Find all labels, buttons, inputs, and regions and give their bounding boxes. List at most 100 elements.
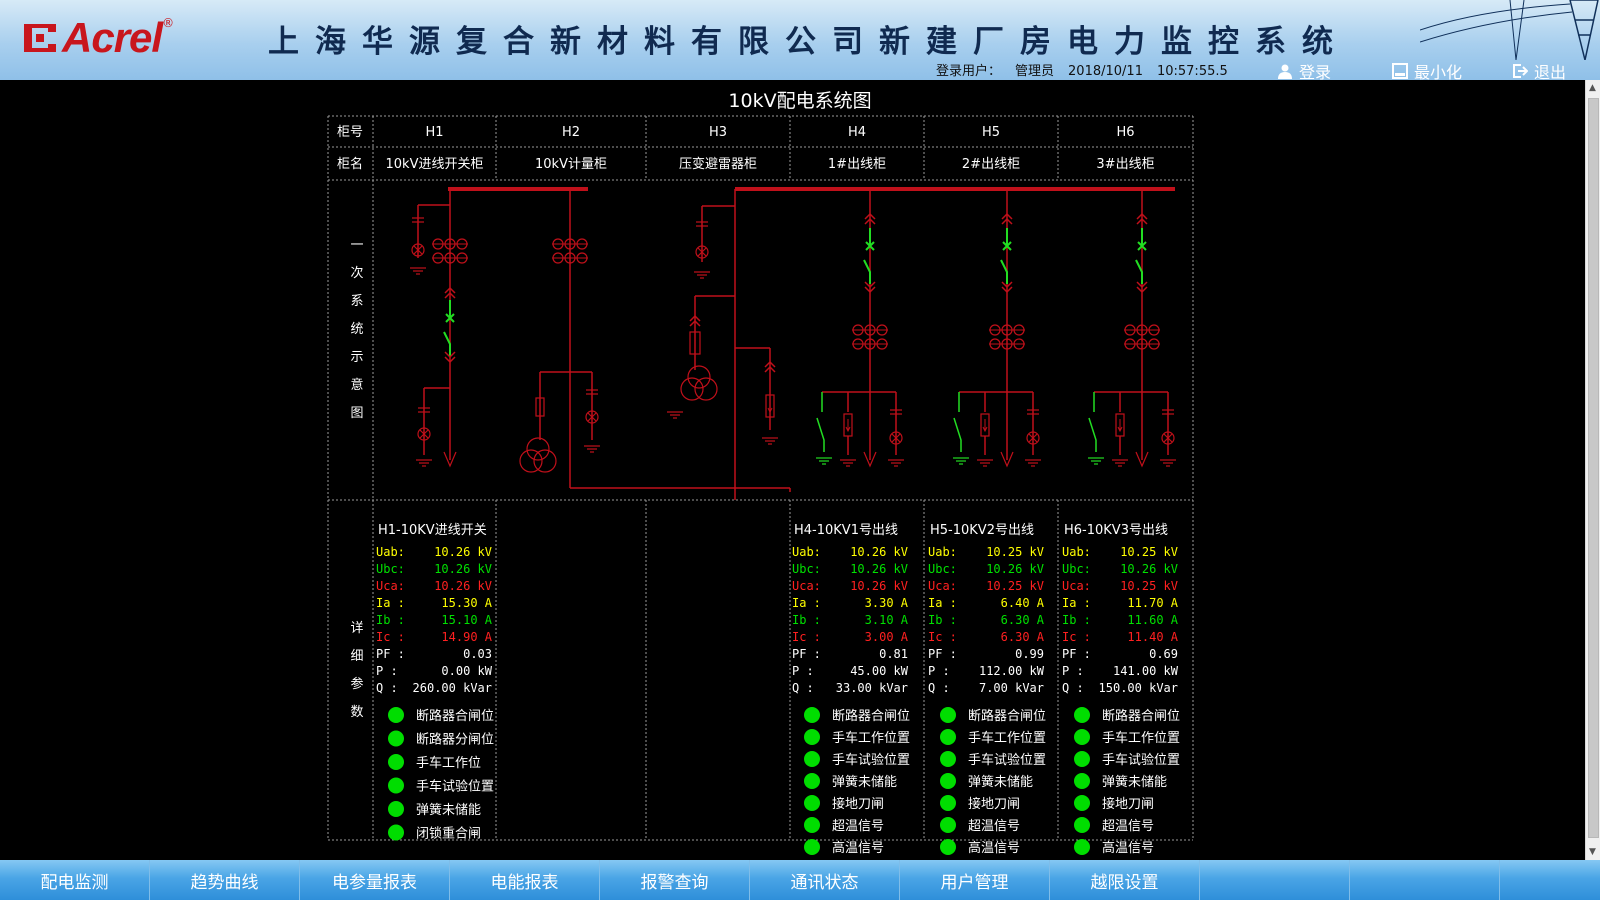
arrester-arrow: [982, 419, 988, 433]
h2-metering-transformer: [519, 437, 557, 473]
param-label: Ic :: [376, 630, 405, 644]
cabinet-name-H2: 10kV计量柜: [535, 157, 607, 172]
section-primary-char: 一: [350, 238, 363, 253]
h5-breaker: [1000, 228, 1012, 284]
nav-item-2[interactable]: 趋势曲线: [150, 860, 300, 900]
section-primary-char: 意: [350, 377, 363, 393]
status-led-icon: [1074, 839, 1090, 855]
param-label: Ib :: [928, 613, 957, 627]
param-value: 6.30 A: [1001, 613, 1045, 627]
h2-ground: [584, 445, 600, 453]
status-led-icon: [804, 773, 820, 789]
vertical-scrollbar[interactable]: ▲ ▼: [1585, 80, 1600, 860]
param-label: Ib :: [376, 613, 405, 627]
param-value: 10.26 kV: [434, 545, 492, 559]
status-led-icon: [1074, 707, 1090, 723]
status-label: 超温信号: [1102, 819, 1154, 834]
param-label: Ib :: [1062, 613, 1091, 627]
busbar-left: [448, 187, 588, 191]
busbar-right: [735, 187, 1175, 191]
param-value: 10.26 kV: [850, 545, 908, 559]
status-label: 手车试验位置: [832, 752, 910, 768]
param-label: PF :: [1062, 647, 1091, 661]
brand-name: Acrel: [62, 14, 163, 61]
cabinet-name-H3: 压变避雷器柜: [679, 156, 757, 172]
param-label: Uca:: [376, 579, 405, 593]
status-led-icon: [940, 795, 956, 811]
section-primary-char: 次: [350, 265, 363, 281]
registered-mark: ®: [162, 16, 175, 30]
nav-item-5[interactable]: 报警查询: [600, 860, 750, 900]
label-cabinet-no: 柜号: [337, 125, 363, 140]
param-value: 10.25 kV: [986, 545, 1044, 559]
status-label: 接地刀闸: [968, 796, 1020, 812]
login-button[interactable]: 登录: [1277, 59, 1331, 80]
param-label: Q :: [792, 681, 814, 695]
arrester-arrow: [767, 400, 773, 414]
minimize-button[interactable]: 最小化: [1392, 59, 1462, 80]
status-label: 高温信号: [1102, 840, 1154, 856]
h3-pt-ground: [667, 411, 683, 419]
param-label: Ib :: [792, 613, 821, 627]
param-value: 10.25 kV: [986, 579, 1044, 593]
nav-item-7[interactable]: 用户管理: [900, 860, 1050, 900]
status-label: 弹簧未储能: [1102, 774, 1167, 790]
status-label: 断路器合闸位: [1102, 708, 1180, 724]
status-led-icon: [388, 707, 404, 723]
status-led-icon: [1074, 751, 1090, 767]
nav-item-6[interactable]: 通讯状态: [750, 860, 900, 900]
single-line-diagram: 柜号柜名 H1 10kV进线开关柜 H2 10kV计量柜 H3 压变避雷器柜 H4 1#出线柜 H…: [327, 115, 1194, 856]
cabinet-name-H4: 1#出线柜: [828, 157, 886, 172]
transformer-winding-icon: [694, 377, 718, 401]
param-value: 10.26 kV: [986, 562, 1044, 576]
breaker-blade: [863, 259, 871, 284]
bottom-nav: 配电监测 趋势曲线 电参量报表 电能报表 报警查询 通讯状态 用户管理 越限设置: [0, 860, 1600, 900]
status-led-icon: [1074, 773, 1090, 789]
h4-breaker: [863, 228, 875, 284]
scroll-down-icon[interactable]: ▼: [1589, 847, 1596, 857]
detail-title-2: H5-10KV2号出线: [930, 523, 1034, 538]
h5-earth-blade: [953, 417, 962, 452]
detail-title-3: H6-10KV3号出线: [1064, 523, 1168, 538]
arrester-arrow: [1117, 419, 1123, 433]
param-label: Uca:: [1062, 579, 1091, 593]
current-time: 10:57:55.5: [1156, 64, 1228, 79]
user-label: 登录用户：: [936, 64, 1002, 79]
status-label: 断路器合闸位: [416, 708, 494, 724]
param-label: P :: [792, 664, 814, 678]
status-led-icon: [804, 729, 820, 745]
scroll-thumb[interactable]: [1588, 98, 1599, 838]
param-value: 10.25 kV: [1120, 579, 1178, 593]
detail-title-0: H1-10KV进线开关: [378, 523, 487, 538]
minimize-label: 最小化: [1414, 63, 1463, 80]
cabinet-name-H6: 3#出线柜: [1096, 157, 1154, 172]
h3-arrester-ground: [762, 437, 778, 445]
section-primary-char: 示: [350, 350, 363, 365]
status-led-icon: [388, 801, 404, 817]
acrel-logo-icon: [24, 24, 56, 52]
scroll-up-icon[interactable]: ▲: [1589, 83, 1596, 93]
status-label: 断路器合闸位: [968, 708, 1046, 724]
param-label: P :: [1062, 664, 1084, 678]
nav-item-9[interactable]: [1200, 860, 1350, 900]
nav-item-8[interactable]: 越限设置: [1050, 860, 1200, 900]
exit-label: 退出: [1534, 63, 1567, 80]
param-label: Ia :: [792, 596, 821, 610]
nav-item-1[interactable]: 配电监测: [0, 860, 150, 900]
h1-ground: [410, 267, 426, 275]
status-line: 登录用户： 管理员 2018/10/11 10:57:55.5: [936, 60, 1242, 79]
status-label: 高温信号: [968, 840, 1020, 856]
param-value: 11.70 A: [1127, 596, 1178, 610]
nav-item-4[interactable]: 电能报表: [450, 860, 600, 900]
param-value: 6.30 A: [1001, 630, 1045, 644]
status-label: 接地刀闸: [1102, 796, 1154, 812]
status-led-icon: [1074, 729, 1090, 745]
nav-item-3[interactable]: 电参量报表: [300, 860, 450, 900]
nav-item-10[interactable]: [1350, 860, 1500, 900]
param-label: Q :: [1062, 681, 1084, 695]
exit-button[interactable]: 退出: [1512, 59, 1566, 80]
param-label: PF :: [376, 647, 405, 661]
param-label: Ubc:: [928, 562, 957, 576]
status-label: 断路器合闸位: [832, 708, 910, 724]
param-value: 112.00 kW: [979, 664, 1045, 678]
